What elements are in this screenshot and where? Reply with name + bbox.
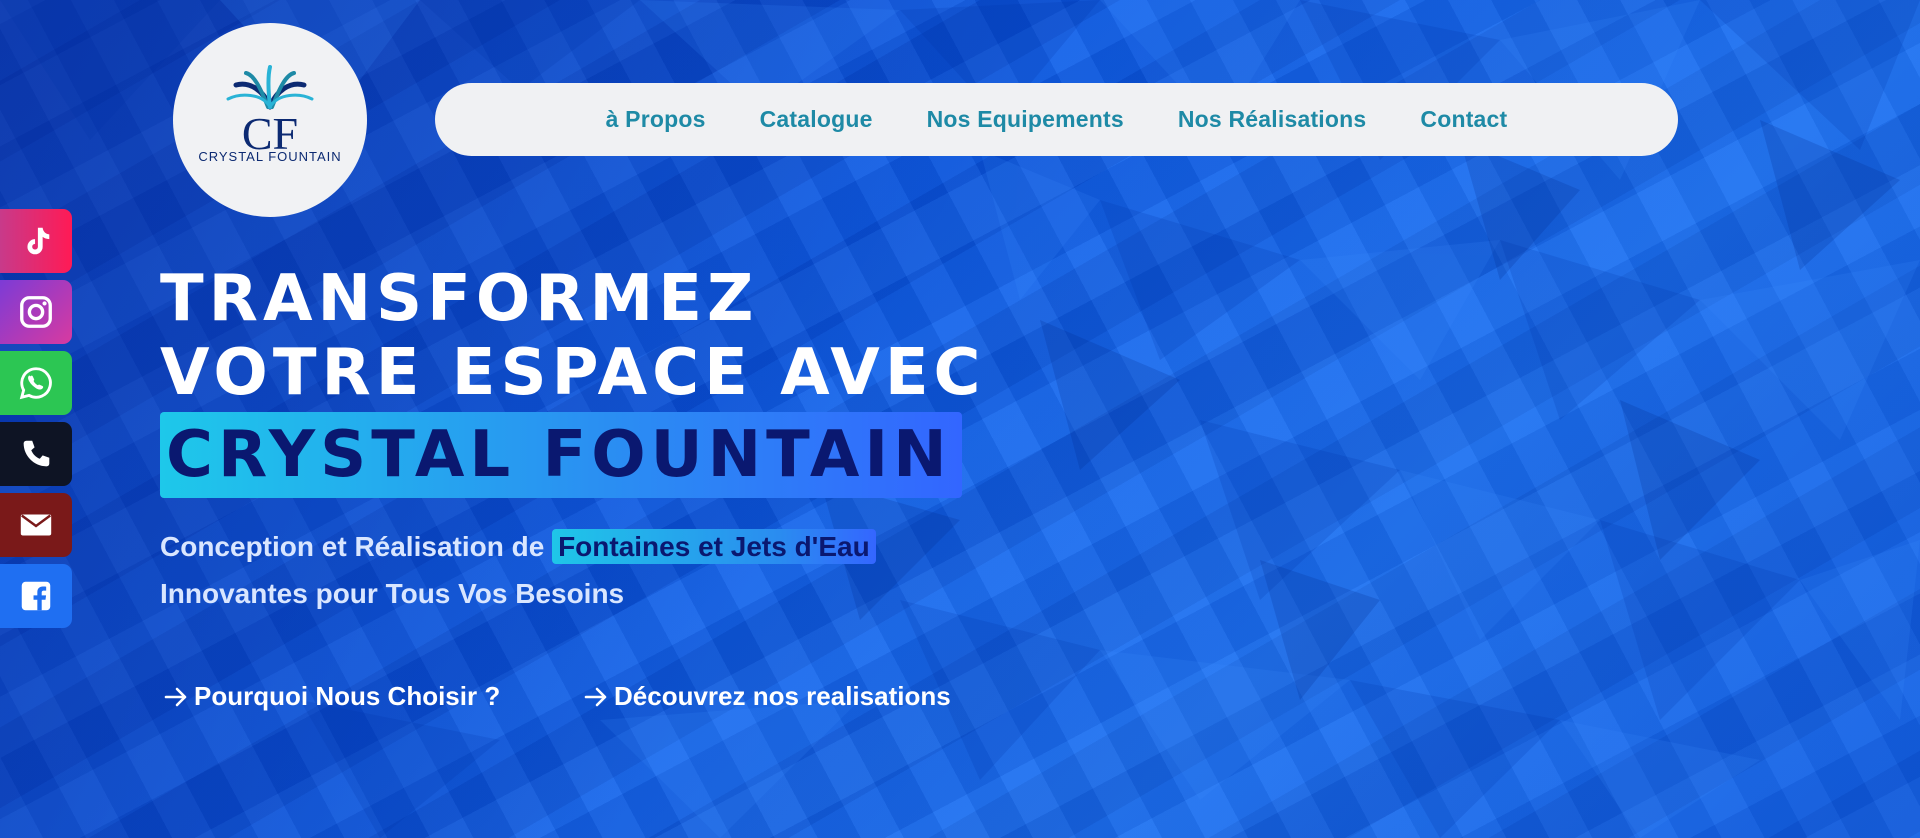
email-icon bbox=[20, 514, 52, 536]
email-button[interactable] bbox=[0, 493, 72, 557]
phone-icon bbox=[23, 440, 50, 467]
main-navigation: à Propos Catalogue Nos Equipements Nos R… bbox=[435, 83, 1678, 156]
logo-text: CRYSTAL FOUNTAIN bbox=[198, 148, 342, 164]
facebook-button[interactable] bbox=[0, 564, 72, 628]
svg-text:CF: CF bbox=[242, 108, 298, 155]
fountain-logo-icon: CF bbox=[226, 64, 314, 155]
hero-title-line1: TRANSFORMEZ bbox=[160, 262, 759, 336]
facebook-icon bbox=[21, 581, 51, 611]
arrow-right-icon bbox=[164, 687, 187, 706]
tiktok-icon bbox=[27, 227, 50, 255]
whatsapp-icon bbox=[19, 367, 52, 400]
nav-link-contact[interactable]: Contact bbox=[1420, 106, 1507, 133]
nav-link-nos-realisations[interactable]: Nos Réalisations bbox=[1178, 106, 1367, 133]
nav-link-catalogue[interactable]: Catalogue bbox=[760, 106, 873, 133]
hero-subtitle-prefix: Conception et Réalisation de bbox=[160, 531, 553, 562]
social-sidebar bbox=[0, 209, 72, 628]
cta-decouvrez-realisations[interactable]: Découvrez nos realisations bbox=[582, 681, 951, 712]
whatsapp-button[interactable] bbox=[0, 351, 72, 415]
nav-link-nos-equipements[interactable]: Nos Equipements bbox=[927, 106, 1124, 133]
logo[interactable]: CF CRYSTAL FOUNTAIN bbox=[173, 23, 367, 217]
instagram-icon bbox=[20, 296, 52, 328]
cta-secondary-label: Découvrez nos realisations bbox=[614, 681, 951, 711]
nav-link-a-propos[interactable]: à Propos bbox=[606, 106, 706, 133]
hero-title: TRANSFORMEZ VOTRE ESPACE AVEC CRYSTAL FO… bbox=[160, 262, 986, 498]
hero-title-highlight: CRYSTAL FOUNTAIN bbox=[160, 412, 962, 498]
hero-subtitle-highlight: Fontaines et Jets d'Eau bbox=[552, 529, 876, 564]
cta-primary-label: Pourquoi Nous Choisir ? bbox=[194, 681, 501, 711]
instagram-button[interactable] bbox=[0, 280, 72, 344]
hero-title-line2: VOTRE ESPACE AVEC bbox=[160, 336, 986, 410]
arrow-right-icon bbox=[584, 687, 607, 706]
hero-subtitle-line2: Innovantes pour Tous Vos Besoins bbox=[160, 578, 625, 609]
phone-button[interactable] bbox=[0, 422, 72, 486]
tiktok-button[interactable] bbox=[0, 209, 72, 273]
cta-pourquoi-nous-choisir[interactable]: Pourquoi Nous Choisir ? bbox=[162, 681, 500, 712]
hero-subtitle: Conception et Réalisation de Fontaines e… bbox=[160, 523, 1060, 617]
